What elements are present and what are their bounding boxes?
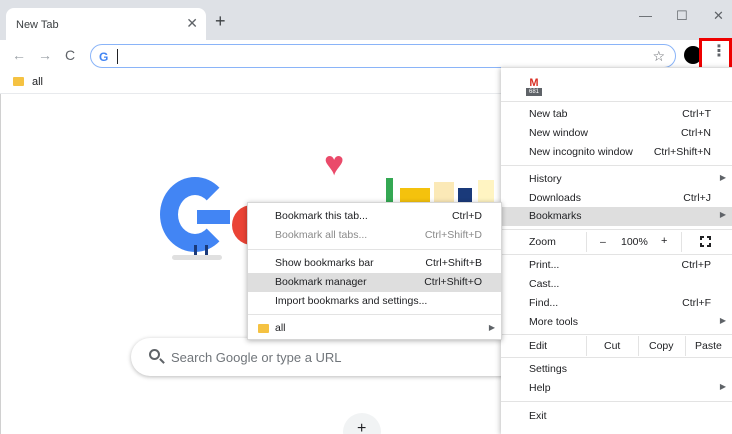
menu-divider [501,165,732,166]
chevron-right-icon: ▶ [719,316,726,325]
toolbar: ← → C G ☆ [0,40,732,70]
menu-item-cast[interactable]: Cast... [501,275,732,294]
forward-icon[interactable]: → [38,47,52,63]
text-caret [117,49,118,64]
menu-divider [501,229,732,230]
menu-divider [501,254,732,255]
menu-divider [501,401,732,402]
chevron-right-icon: ▶ [719,382,726,391]
menu-item-downloads[interactable]: Downloads Ctrl+J [501,189,732,208]
add-shortcut-plus-icon: + [357,420,367,434]
folder-icon [13,77,24,86]
menu-edit-row: Edit Cut Copy Paste [501,336,732,356]
bookmark-folder-all[interactable]: all [32,76,43,88]
menu-zoom-row: Zoom – 100% + [501,232,732,252]
fullscreen-icon[interactable] [700,236,711,247]
submenu-item-bookmark-manager[interactable]: Bookmark manager Ctrl+Shift+O [248,273,501,292]
google-icon: G [99,50,109,64]
back-icon[interactable]: ← [12,47,26,63]
chevron-right-icon: ▶ [719,210,726,219]
menu-item-find[interactable]: Find... Ctrl+F [501,294,732,313]
submenu-divider [248,314,501,315]
gmail-badge: 681 [526,88,542,96]
tab-title: New Tab [16,19,59,31]
menu-item-exit[interactable]: Exit [501,407,732,426]
tab-strip: New Tab ✕ + — ☐ ✕ [0,0,732,40]
gmail-icon[interactable]: M 681 [525,78,543,96]
menu-item-settings[interactable]: Settings [501,360,732,379]
doodle-g-bar [197,210,230,224]
menu-item-new-tab[interactable]: New tab Ctrl+T [501,105,732,124]
folder-icon [258,324,269,333]
submenu-item-folder-all[interactable]: all ▶ [248,319,501,338]
menu-divider [501,357,732,358]
menu-item-print[interactable]: Print... Ctrl+P [501,256,732,275]
new-tab-button[interactable]: + [215,12,226,30]
zoom-level: 100% [621,236,648,248]
zoom-out-button[interactable]: – [600,236,606,248]
submenu-item-import-bookmarks[interactable]: Import bookmarks and settings... [248,292,501,311]
menu-item-new-window[interactable]: New window Ctrl+N [501,124,732,143]
tab-close-icon[interactable]: ✕ [186,15,198,32]
submenu-item-show-bookmarks-bar[interactable]: Show bookmarks bar Ctrl+Shift+B [248,254,501,273]
submenu-item-bookmark-tab[interactable]: Bookmark this tab... Ctrl+D [248,207,501,226]
bookmarks-submenu: Bookmark this tab... Ctrl+D Bookmark all… [247,202,502,340]
search-icon [149,349,160,360]
menu-divider [501,334,732,335]
chrome-menu-icon[interactable]: ⋮ [711,44,727,60]
zoom-in-button[interactable]: + [661,235,667,247]
submenu-divider [248,249,501,250]
menu-item-help[interactable]: Help ▶ [501,379,732,398]
doodle-shadow [172,255,222,260]
reload-icon[interactable]: C [65,47,75,63]
tab-new-tab[interactable]: New Tab ✕ [6,8,206,40]
minimize-icon[interactable]: — [639,8,652,23]
doodle-heart-icon: ♥ [324,145,345,183]
menu-item-more-tools[interactable]: More tools ▶ [501,313,732,332]
maximize-icon[interactable]: ☐ [676,8,688,24]
search-placeholder: Search Google or type a URL [171,350,342,365]
doodle-books [386,178,496,202]
copy-button[interactable]: Copy [649,340,674,352]
menu-item-history[interactable]: History ▶ [501,170,732,189]
menu-divider [501,101,732,102]
paste-button[interactable]: Paste [695,340,722,352]
chevron-right-icon: ▶ [488,323,495,332]
menu-item-new-incognito[interactable]: New incognito window Ctrl+Shift+N [501,143,732,162]
chrome-main-menu: M 681 New tab Ctrl+T New window Ctrl+N N… [501,67,732,434]
search-box[interactable]: Search Google or type a URL [131,338,551,376]
menu-item-bookmarks[interactable]: Bookmarks ▶ [501,207,732,226]
submenu-item-bookmark-all-tabs: Bookmark all tabs... Ctrl+Shift+D [275,229,482,241]
omnibox[interactable]: G ☆ [90,44,676,68]
bookmark-star-icon[interactable]: ☆ [652,48,665,65]
window-close-icon[interactable]: ✕ [713,8,724,24]
cut-button[interactable]: Cut [604,340,620,352]
chevron-right-icon: ▶ [719,173,726,182]
